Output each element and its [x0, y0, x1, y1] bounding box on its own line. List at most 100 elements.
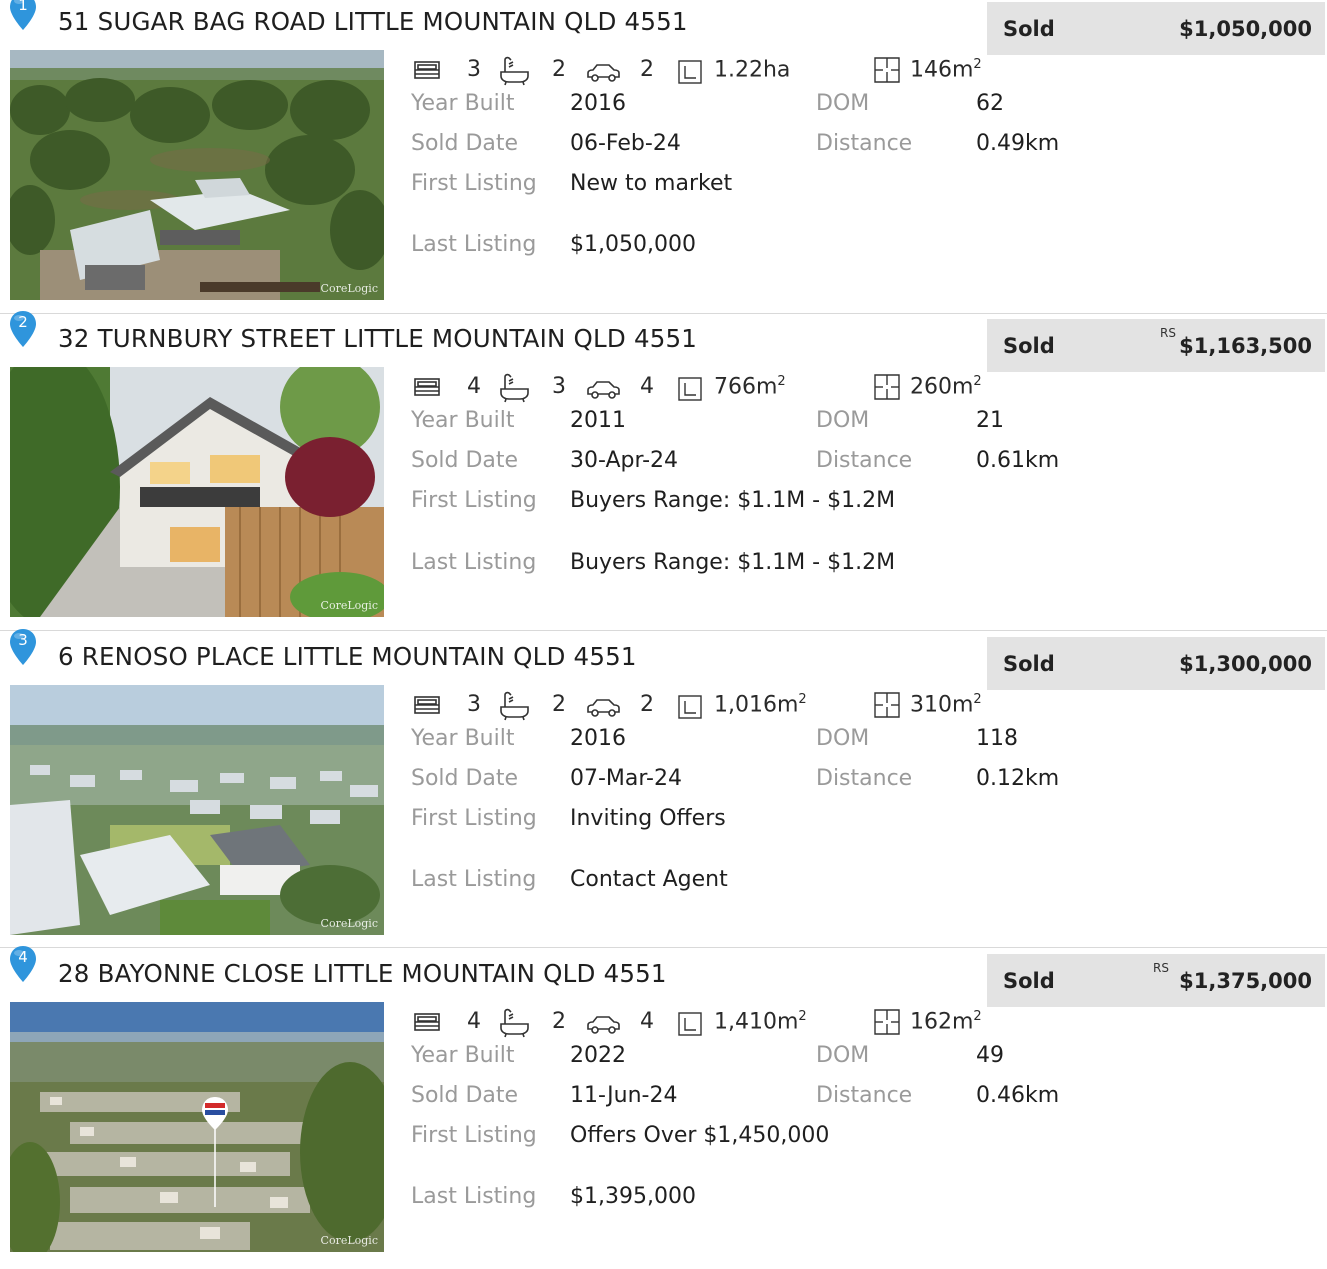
distance-value: 0.49km: [976, 131, 1060, 156]
year-built-label: Year Built: [411, 408, 515, 433]
first-listing-value: Buyers Range: $1.1M - $1.2M: [570, 488, 896, 513]
last-listing-label: Last Listing: [411, 867, 537, 892]
beds-count: 3: [467, 692, 481, 717]
distance-label: Distance: [816, 766, 913, 791]
status-label: Sold: [1003, 334, 1055, 358]
first-listing-label: First Listing: [411, 171, 537, 196]
land-size-icon: [678, 60, 702, 84]
floor-size-unit: 2: [973, 374, 982, 389]
land-size-value: 1.22ha: [714, 57, 791, 83]
photo-watermark: CoreLogic: [320, 917, 378, 930]
property-photo[interactable]: CoreLogic: [10, 1002, 384, 1252]
car-icon: [587, 1016, 620, 1034]
photo-watermark: CoreLogic: [320, 282, 378, 295]
distance-label: Distance: [816, 1083, 913, 1108]
sold-price-box: Sold $1,050,000: [987, 2, 1325, 55]
year-built-value: 2011: [570, 408, 626, 433]
year-built-value: 2016: [570, 726, 626, 751]
floor-size-value: 162m: [910, 1009, 974, 1035]
baths-count: 2: [552, 57, 566, 82]
cars-count: 2: [640, 692, 654, 717]
listing-card[interactable]: 2 32 TURNBURY STREET LITTLE MOUNTAIN QLD…: [0, 311, 1327, 634]
listing-divider: [0, 313, 1327, 314]
sold-date-value: 30-Apr-24: [570, 448, 679, 473]
sold-date-label: Sold Date: [411, 1083, 519, 1108]
distance-value: 0.12km: [976, 766, 1060, 791]
sold-date-value: 07-Mar-24: [570, 766, 682, 791]
car-icon: [587, 64, 620, 82]
listing-address[interactable]: 51 SUGAR BAG ROAD LITTLE MOUNTAIN QLD 45…: [58, 7, 688, 36]
first-listing-value: New to market: [570, 171, 733, 196]
baths-count: 3: [552, 374, 566, 399]
bed-icon: [414, 696, 440, 714]
car-icon: [587, 381, 620, 399]
listing-number: 3: [18, 631, 28, 649]
bed-icon: [414, 1013, 440, 1031]
listing-divider: [0, 630, 1327, 631]
listing-address[interactable]: 28 BAYONNE CLOSE LITTLE MOUNTAIN QLD 455…: [58, 959, 667, 988]
map-pin-icon: 4: [8, 945, 38, 983]
price-tag: RS: [1153, 961, 1169, 975]
distance-label: Distance: [816, 448, 913, 473]
sold-price: $1,050,000: [1179, 17, 1312, 41]
dom-label: DOM: [816, 1043, 870, 1068]
property-photo[interactable]: CoreLogic: [10, 50, 384, 300]
last-listing-label: Last Listing: [411, 550, 537, 575]
sold-date-value: 11-Jun-24: [570, 1083, 678, 1108]
status-label: Sold: [1003, 17, 1055, 41]
listing-number: 4: [18, 948, 28, 966]
listing-card[interactable]: 3 6 RENOSO PLACE LITTLE MOUNTAIN QLD 455…: [0, 629, 1327, 952]
last-listing-label: Last Listing: [411, 1184, 537, 1209]
land-size-unit: 2: [798, 1009, 807, 1024]
sold-date-label: Sold Date: [411, 766, 519, 791]
bath-icon: [500, 56, 529, 86]
land-size-icon: [678, 1012, 702, 1036]
floor-plan-icon: [874, 374, 900, 400]
listing-card[interactable]: 1 51 SUGAR BAG ROAD LITTLE MOUNTAIN QLD …: [0, 0, 1327, 317]
land-size-value: 766m: [714, 374, 778, 400]
property-photo[interactable]: CoreLogic: [10, 367, 384, 617]
bath-icon: [500, 691, 529, 721]
sold-date-label: Sold Date: [411, 131, 519, 156]
land-size-unit: 2: [798, 692, 807, 707]
property-photo[interactable]: CoreLogic: [10, 685, 384, 935]
land-size-unit: 2: [777, 374, 786, 389]
land-size-value: 1,410m: [714, 1009, 799, 1035]
floor-size-unit: 2: [973, 57, 982, 72]
beds-count: 4: [467, 1009, 481, 1034]
listing-divider: [0, 947, 1327, 948]
bed-icon: [414, 378, 440, 396]
last-listing-value: $1,050,000: [570, 232, 696, 257]
beds-count: 4: [467, 374, 481, 399]
cars-count: 4: [640, 374, 654, 399]
year-built-value: 2022: [570, 1043, 626, 1068]
floor-plan-icon: [874, 692, 900, 718]
listing-number: 1: [18, 0, 28, 14]
floor-size-unit: 2: [973, 1009, 982, 1024]
bed-icon: [414, 61, 440, 79]
baths-count: 2: [552, 692, 566, 717]
sold-price: $1,163,500: [1179, 334, 1312, 358]
price-tag: RS: [1160, 326, 1176, 340]
listing-address[interactable]: 6 RENOSO PLACE LITTLE MOUNTAIN QLD 4551: [58, 642, 637, 671]
dom-label: DOM: [816, 91, 870, 116]
cars-count: 2: [640, 57, 654, 82]
sold-price-box: Sold RS $1,163,500: [987, 319, 1325, 372]
listing-card[interactable]: 4 28 BAYONNE CLOSE LITTLE MOUNTAIN QLD 4…: [0, 946, 1327, 1269]
first-listing-value: Offers Over $1,450,000: [570, 1123, 830, 1148]
bath-icon: [500, 373, 529, 403]
first-listing-value: Inviting Offers: [570, 806, 726, 831]
last-listing-value: Contact Agent: [570, 867, 728, 892]
last-listing-label: Last Listing: [411, 232, 537, 257]
floor-size-value: 146m: [910, 57, 974, 83]
photo-watermark: CoreLogic: [320, 599, 378, 612]
map-pin-icon: 1: [8, 0, 38, 31]
dom-value: 118: [976, 726, 1018, 751]
year-built-label: Year Built: [411, 1043, 515, 1068]
dom-value: 62: [976, 91, 1004, 116]
floor-plan-icon: [874, 1009, 900, 1035]
floor-size-value: 310m: [910, 692, 974, 718]
land-size-icon: [678, 377, 702, 401]
photo-watermark: CoreLogic: [320, 1234, 378, 1247]
listing-address[interactable]: 32 TURNBURY STREET LITTLE MOUNTAIN QLD 4…: [58, 324, 697, 353]
